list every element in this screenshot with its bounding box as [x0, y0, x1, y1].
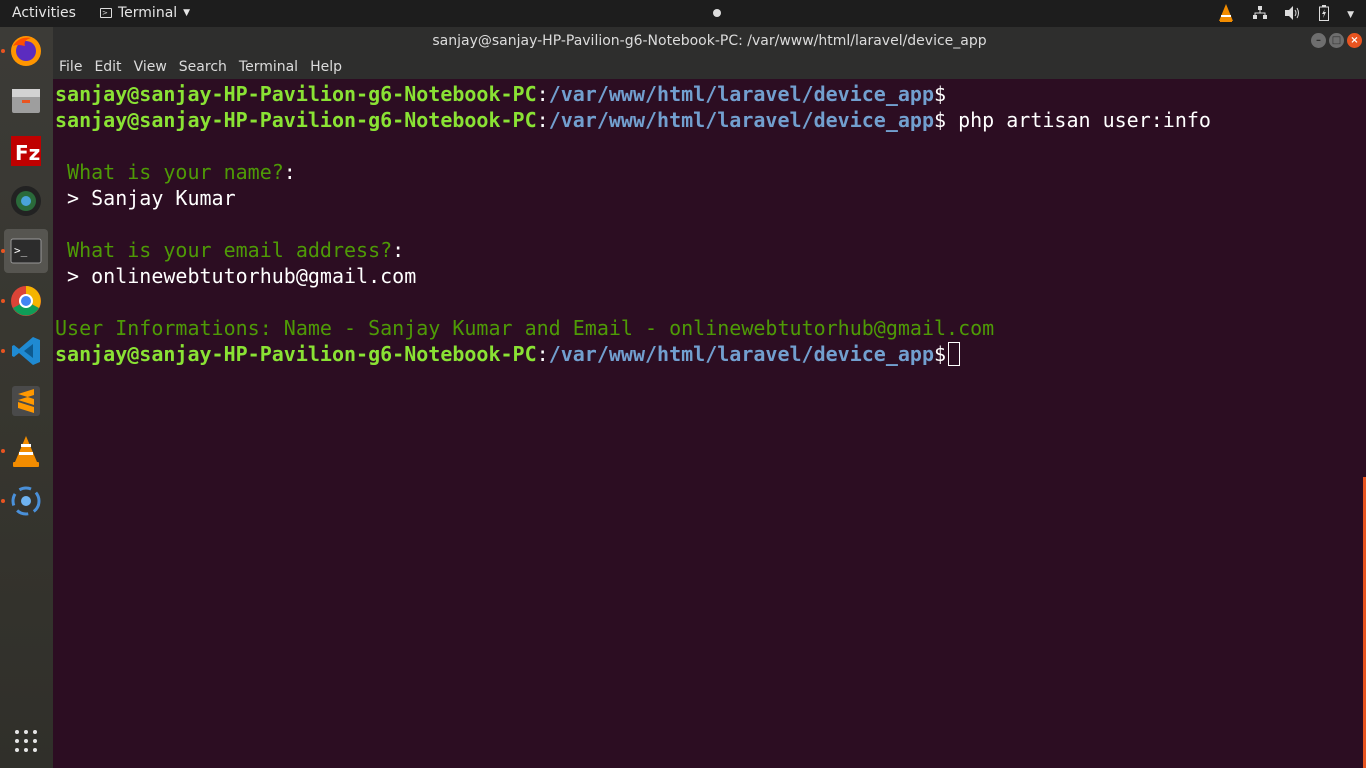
terminal-launcher[interactable]: >_: [4, 229, 48, 273]
terminal-icon: >_: [10, 238, 42, 264]
dock: Fz >_: [0, 27, 53, 768]
vlc-icon[interactable]: [1217, 3, 1235, 27]
question-text: What is your email address?: [55, 238, 393, 262]
question-name: What is your name?:: [55, 159, 296, 185]
maximize-icon[interactable]: □: [1329, 33, 1344, 48]
question-colon: :: [283, 160, 296, 184]
vscode-icon: [12, 337, 40, 365]
vlc-icon: [13, 436, 39, 467]
running-indicator: [1, 499, 5, 503]
command-line: sanjay@sanjay-HP-Pavilion-g6-Notebook-PC…: [55, 107, 1211, 133]
app-launcher[interactable]: [4, 479, 48, 523]
top-bar: Activities > Terminal ▼ ▼: [0, 0, 1366, 27]
vlc-launcher[interactable]: [4, 429, 48, 473]
show-applications-icon: [15, 730, 37, 752]
prompt-user: sanjay@sanjay-HP-Pavilion-g6-Notebook-PC: [55, 82, 537, 106]
prompt-path: /var/www/html/laravel/device_app: [548, 108, 934, 132]
menu-file[interactable]: File: [59, 59, 82, 75]
prompt-path: /var/www/html/laravel/device_app: [548, 342, 934, 366]
filezilla-launcher[interactable]: Fz: [4, 129, 48, 173]
prompt-dollar: $: [934, 82, 947, 106]
title-bar[interactable]: sanjay@sanjay-HP-Pavilion-g6-Notebook-PC…: [53, 27, 1366, 55]
network-icon[interactable]: [1253, 6, 1268, 24]
prompt-dollar: $: [934, 108, 947, 132]
result-line: User Informations: Name - Sanjay Kumar a…: [55, 315, 994, 341]
prompt-path: /var/www/html/laravel/device_app: [548, 82, 934, 106]
question-text: What is your name?: [55, 160, 284, 184]
running-indicator: [1, 49, 5, 53]
menu-search[interactable]: Search: [179, 59, 227, 75]
chrome-icon: [11, 286, 41, 316]
result-text: User Informations: Name - Sanjay Kumar a…: [55, 316, 995, 340]
answer-text: > Sanjay Kumar: [55, 186, 236, 210]
system-menu-icon[interactable]: ▼: [1347, 10, 1354, 20]
question-email: What is your email address?:: [55, 237, 404, 263]
chevron-down-icon: ▼: [183, 8, 191, 18]
svg-text:Fz: Fz: [15, 141, 40, 165]
text-cursor[interactable]: [948, 342, 961, 366]
activities-button[interactable]: Activities: [12, 5, 76, 21]
battery-icon[interactable]: [1319, 5, 1330, 25]
window-controls: – □ ×: [1311, 33, 1362, 48]
app-menu[interactable]: > Terminal ▼: [100, 5, 190, 21]
camera-launcher[interactable]: [4, 179, 48, 223]
prompt-colon: :: [536, 342, 549, 366]
prompt-colon: :: [536, 108, 549, 132]
filezilla-icon: Fz: [11, 136, 41, 166]
prompt-dollar: $: [934, 342, 947, 366]
files-launcher[interactable]: [4, 79, 48, 123]
command-text: php artisan user:info: [946, 108, 1211, 132]
active-prompt-line: sanjay@sanjay-HP-Pavilion-g6-Notebook-PC…: [55, 341, 961, 367]
running-indicator: [1, 299, 5, 303]
answer-text: > onlinewebtutorhub@gmail.com: [55, 264, 417, 288]
sublime-launcher[interactable]: [4, 379, 48, 423]
terminal-window: sanjay@sanjay-HP-Pavilion-g6-Notebook-PC…: [53, 27, 1366, 768]
question-colon: :: [392, 238, 405, 262]
menu-edit[interactable]: Edit: [94, 59, 121, 75]
terminal-output[interactable]: sanjay@sanjay-HP-Pavilion-g6-Notebook-PC…: [53, 79, 1366, 768]
svg-text:>_: >_: [14, 244, 28, 257]
camera-icon: [11, 186, 41, 216]
show-applications-button[interactable]: [4, 719, 48, 763]
prompt-line: sanjay@sanjay-HP-Pavilion-g6-Notebook-PC…: [55, 81, 946, 107]
terminal-mini-icon: >: [100, 8, 112, 18]
answer-name: > Sanjay Kumar: [55, 185, 236, 211]
window-title: sanjay@sanjay-HP-Pavilion-g6-Notebook-PC…: [432, 33, 987, 49]
menu-bar: File Edit View Search Terminal Help: [53, 55, 1366, 79]
sublime-text-icon: [12, 386, 40, 416]
menu-help[interactable]: Help: [310, 59, 342, 75]
menu-view[interactable]: View: [134, 59, 167, 75]
running-indicator: [1, 349, 5, 353]
chrome-launcher[interactable]: [4, 279, 48, 323]
menu-terminal[interactable]: Terminal: [239, 59, 298, 75]
files-icon: [12, 89, 40, 113]
minimize-icon[interactable]: –: [1311, 33, 1326, 48]
running-indicator: [1, 249, 5, 253]
volume-icon[interactable]: [1285, 6, 1301, 24]
running-indicator: [1, 449, 5, 453]
firefox-icon: [11, 36, 41, 66]
answer-email: > onlinewebtutorhub@gmail.com: [55, 263, 416, 289]
prompt-user: sanjay@sanjay-HP-Pavilion-g6-Notebook-PC: [55, 342, 537, 366]
close-icon[interactable]: ×: [1347, 33, 1362, 48]
system-tray[interactable]: ▼: [1217, 3, 1354, 27]
prompt-colon: :: [536, 82, 549, 106]
app-menu-label: Terminal: [118, 5, 178, 21]
vscode-launcher[interactable]: [4, 329, 48, 373]
notification-dot[interactable]: [713, 9, 721, 17]
prompt-user: sanjay@sanjay-HP-Pavilion-g6-Notebook-PC: [55, 108, 537, 132]
firefox-launcher[interactable]: [4, 29, 48, 73]
swirl-app-icon: [11, 486, 41, 516]
